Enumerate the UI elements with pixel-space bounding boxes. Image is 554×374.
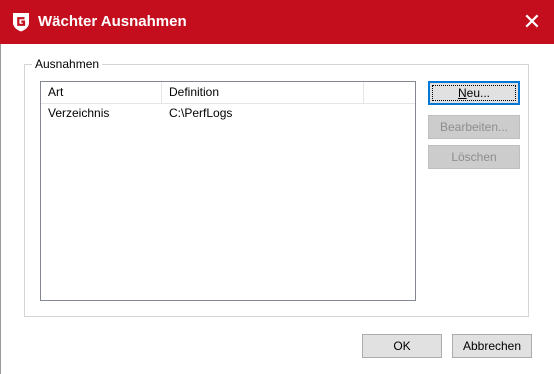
delete-button[interactable]: Löschen (428, 145, 520, 169)
new-button[interactable]: Neu... (428, 81, 520, 105)
group-label: Ausnahmen (32, 57, 103, 71)
column-header-definition[interactable]: Definition (161, 82, 363, 103)
window-left-edge (0, 0, 1, 374)
exceptions-list[interactable]: Art Definition Verzeichnis C:\PerfLogs (40, 81, 416, 301)
close-icon[interactable]: ✕ (510, 0, 554, 44)
focus-rectangle (432, 85, 516, 101)
list-header: Art Definition (41, 82, 415, 104)
cell-art: Verzeichnis (48, 106, 110, 120)
cancel-button[interactable]: Abbrechen (452, 334, 532, 358)
edit-button[interactable]: Bearbeiten... (428, 115, 520, 139)
column-header-art[interactable]: Art (41, 82, 161, 103)
list-item[interactable]: Verzeichnis C:\PerfLogs (41, 104, 415, 123)
cell-definition: C:\PerfLogs (169, 106, 233, 120)
column-header-empty[interactable] (363, 82, 415, 103)
window-title: Wächter Ausnahmen (38, 13, 187, 30)
ok-button[interactable]: OK (362, 334, 442, 358)
title-bar: Wächter Ausnahmen ✕ (0, 0, 554, 44)
gdata-logo-icon (13, 13, 29, 32)
